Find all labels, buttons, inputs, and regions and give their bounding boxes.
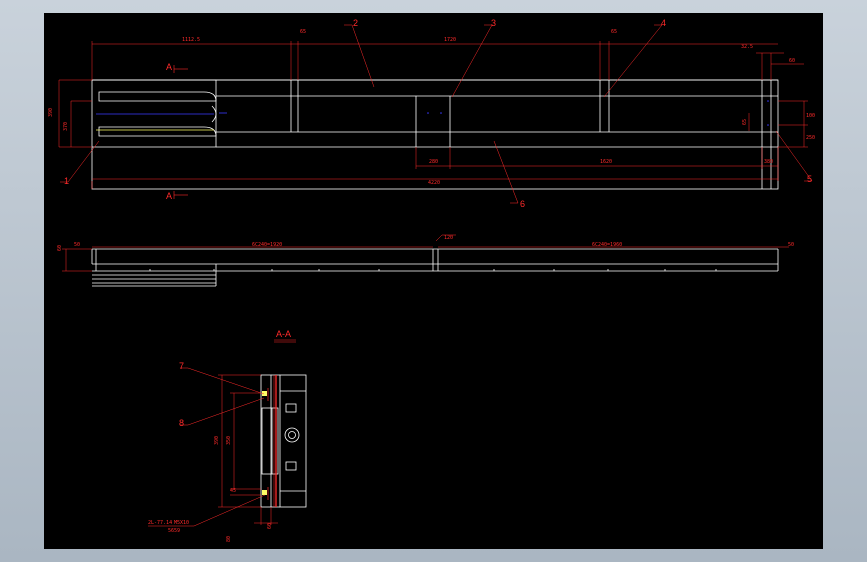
dim-65b: 65 [611, 29, 617, 35]
dim-1620: 1620 [600, 159, 612, 165]
section-title: A-A [276, 329, 291, 339]
dim-e120: 120 [444, 235, 453, 241]
dim-280: 280 [429, 159, 438, 165]
dim-65a: 65 [300, 29, 306, 35]
balloon-7: 7 [179, 361, 184, 371]
plan-dim-text-bottom: 280 1620 380 4220 [428, 159, 773, 186]
balloon-1: 1 [64, 176, 69, 186]
section-marker-bottom: A [166, 191, 172, 201]
plan-dimensions-right [748, 100, 808, 148]
dim-e60: 60 [57, 245, 63, 251]
dim-1720: 1720 [444, 37, 456, 43]
elevation-dimensions [62, 234, 789, 272]
cad-drawing: A A 1112.5 65 1720 65 32.5 60 390 370 10… [48, 18, 815, 542]
dim-r65: 65 [742, 119, 748, 125]
balloon-3: 3 [491, 18, 496, 28]
section-title-group: A-A [274, 329, 296, 343]
dim-4220: 4220 [428, 180, 440, 186]
plan-dimensions-left [58, 79, 92, 148]
dim-e1920: 6C240=1920 [252, 242, 282, 248]
section-aa-parts [262, 375, 277, 507]
dim-e1960: 6C240=1960 [592, 242, 622, 248]
plan-dimensions-top [91, 41, 804, 80]
section-aa-leaders [148, 367, 266, 527]
dim-s390: 390 [214, 436, 220, 445]
dim-380: 380 [764, 159, 773, 165]
dim-370: 370 [63, 122, 69, 131]
section-marker-top: A [166, 62, 172, 72]
note-2l: 2L-77.14 [148, 520, 172, 526]
dim-1112: 1112.5 [182, 37, 200, 43]
dim-250: 250 [806, 135, 815, 141]
cad-drawing-area[interactable]: A A 1112.5 65 1720 65 32.5 60 390 370 10… [44, 13, 823, 549]
balloon-4: 4 [661, 18, 666, 28]
balloon-2: 2 [353, 18, 358, 28]
plan-hidden-lines [96, 100, 769, 131]
note-5659: 5659 [168, 528, 180, 534]
dim-s60: 60 [267, 523, 273, 529]
dim-s45: 45 [230, 488, 236, 494]
dim-e50a: 50 [74, 242, 80, 248]
dim-390: 390 [48, 108, 54, 117]
dim-s350: 350 [226, 436, 232, 445]
dim-e50b: 50 [788, 242, 794, 248]
balloon-5: 5 [807, 174, 812, 184]
balloon-8: 8 [179, 418, 184, 428]
plan-dim-text-left: 390 370 [48, 108, 69, 131]
dim-100: 100 [806, 113, 815, 119]
elevation-view [91, 248, 779, 287]
plan-dim-text-top: 1112.5 65 1720 65 32.5 60 [182, 29, 795, 64]
dim-60: 60 [789, 58, 795, 64]
section-aa-labels: 7 8 2L-77.14 M5X10 5659 [148, 361, 189, 534]
plan-view [91, 79, 779, 190]
note-m5x10: M5X10 [174, 520, 189, 526]
section-markers: A A [166, 62, 188, 201]
balloon-6: 6 [520, 199, 525, 209]
dim-32-5: 32.5 [741, 44, 753, 50]
dim-s80: 80 [226, 536, 232, 542]
